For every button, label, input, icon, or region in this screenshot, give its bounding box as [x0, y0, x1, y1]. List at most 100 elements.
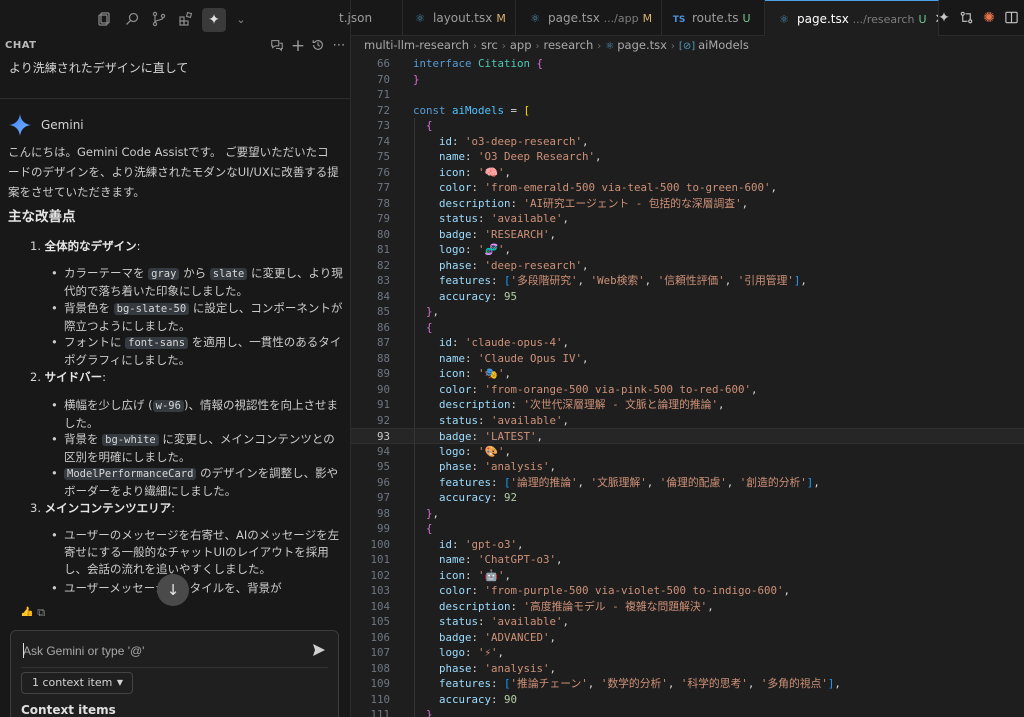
code-line[interactable]: 90 color: 'from-orange-500 via-pink-500 …: [351, 381, 1024, 397]
react-icon: ⚛: [530, 12, 540, 25]
code-line[interactable]: 73 {: [351, 118, 1024, 134]
chevron-down-icon[interactable]: ⌄: [232, 11, 250, 29]
gemini-chat-panel: ✦ ⌄ CHAT + ⋯ より洗練されたデザインに直して Gemini こんにち…: [0, 0, 351, 717]
breadcrumb-item[interactable]: app: [510, 38, 532, 52]
code-line[interactable]: 111 }: [351, 707, 1024, 717]
code-line[interactable]: 109 features: ['推論チェーン', '数学的分析', '科学的思考…: [351, 676, 1024, 692]
extensions-icon[interactable]: [177, 11, 195, 29]
code-text: logo: '🧬',: [413, 243, 511, 256]
line-number: 66: [376, 57, 390, 70]
claude-burst-icon[interactable]: ✺: [981, 10, 997, 26]
code-line[interactable]: 103 color: 'from-purple-500 via-violet-5…: [351, 583, 1024, 599]
code-line[interactable]: 104 description: '高度推論モデル - 複雑な問題解決',: [351, 598, 1024, 614]
tab-json-file[interactable]: t.json: [339, 0, 403, 36]
code-line[interactable]: 86 {: [351, 319, 1024, 335]
new-chat-plus-icon[interactable]: +: [290, 38, 306, 55]
code-line[interactable]: 84 accuracy: 95: [351, 288, 1024, 304]
code-line[interactable]: 100 id: 'gpt-o3',: [351, 536, 1024, 552]
tab-route-ts[interactable]: TS route.ts U: [662, 0, 765, 36]
tab-label: layout.tsx: [433, 11, 493, 25]
code-line[interactable]: 97 accuracy: 92: [351, 490, 1024, 506]
response-actions-icons: 👍 ⧉: [20, 606, 46, 616]
assistant-name: Gemini: [41, 118, 84, 132]
code-line[interactable]: 106 badge: 'ADVANCED',: [351, 629, 1024, 645]
context-item-dropdown[interactable]: 1 context item ▼: [21, 672, 133, 694]
code-line[interactable]: 98 },: [351, 505, 1024, 521]
tab-page-tsx-research[interactable]: ⚛page.tsx .../researchU✕: [765, 0, 939, 36]
code-line[interactable]: 110 accuracy: 90: [351, 691, 1024, 707]
code-line[interactable]: 105 status: 'available',: [351, 614, 1024, 630]
code-line[interactable]: 88 name: 'Claude Opus IV',: [351, 350, 1024, 366]
code-line[interactable]: 66 interface Citation {: [351, 56, 1024, 72]
more-options-icon[interactable]: ⋯: [331, 38, 347, 54]
code-area[interactable]: 66 interface Citation {70} 71 72 const aiMod…: [351, 54, 1024, 717]
search-icon[interactable]: [123, 11, 141, 29]
code-line[interactable]: 70}: [351, 72, 1024, 88]
tab-label: route.ts: [692, 11, 739, 25]
code-line[interactable]: 95 phase: 'analysis',: [351, 459, 1024, 475]
breadcrumb-item[interactable]: aiModels: [698, 38, 749, 52]
code-line[interactable]: 72 const aiModels = [: [351, 103, 1024, 119]
source-control-icon[interactable]: [150, 11, 168, 29]
indent-guide: [414, 629, 415, 645]
code-line[interactable]: 92 status: 'available',: [351, 412, 1024, 428]
code-line[interactable]: 108 phase: 'analysis',: [351, 660, 1024, 676]
code-line[interactable]: 71: [351, 87, 1024, 103]
code-line[interactable]: 74 id: 'o3-deep-research',: [351, 133, 1024, 149]
code-line[interactable]: 82 phase: 'deep-research',: [351, 257, 1024, 273]
gemini-sparkle-icon[interactable]: ✦: [202, 8, 226, 32]
tab-layout-tsx[interactable]: ⚛ layout.tsx M: [403, 0, 516, 36]
breadcrumb-item[interactable]: research: [544, 38, 594, 52]
code-line[interactable]: 78 description: 'AI研究エージェント - 包括的な深層調査',: [351, 195, 1024, 211]
react-icon: ⚛: [415, 12, 425, 25]
code-text: name: 'ChatGPT-o3',: [413, 553, 563, 566]
code-line[interactable]: 87 id: 'claude-opus-4',: [351, 335, 1024, 351]
chevron-right-icon: ›: [473, 41, 478, 52]
line-number: 79: [376, 212, 390, 225]
code-line[interactable]: 102 icon: '🤖',: [351, 567, 1024, 583]
breadcrumb-item[interactable]: multi-llm-research: [364, 38, 469, 52]
code-line[interactable]: 91 description: '次世代深層理解 - 文脈と論理的推論',: [351, 397, 1024, 413]
indent-guide: [414, 459, 415, 475]
code-line[interactable]: 75 name: 'O3 Deep Research',: [351, 149, 1024, 165]
code-text: {: [413, 119, 433, 132]
code-line[interactable]: 94 logo: '🎨',: [351, 443, 1024, 459]
indent-guide: [414, 707, 415, 717]
indent-guide: [414, 583, 415, 599]
send-icon[interactable]: [311, 642, 327, 658]
split-editor-icon[interactable]: [1003, 10, 1019, 26]
gemini-sparkle-icon[interactable]: ✦: [936, 10, 952, 26]
code-line[interactable]: 80 badge: 'RESEARCH',: [351, 226, 1024, 242]
code-text: name: 'O3 Deep Research',: [413, 150, 602, 163]
compare-changes-icon[interactable]: [958, 10, 974, 26]
chat-history-icon[interactable]: [269, 38, 285, 54]
code-text: features: ['推論チェーン', '数学的分析', '科学的思考', '…: [413, 677, 841, 690]
code-line[interactable]: 101 name: 'ChatGPT-o3',: [351, 552, 1024, 568]
code-line[interactable]: 79 status: 'available',: [351, 211, 1024, 227]
code-line[interactable]: 107 logo: '⚡',: [351, 645, 1024, 661]
indent-guide: [414, 381, 415, 397]
line-number: 95: [376, 460, 390, 473]
chat-prompt-input[interactable]: [23, 641, 303, 661]
indent-guide: [414, 567, 415, 583]
line-number: 107: [370, 646, 390, 659]
breadcrumb-item[interactable]: page.tsx: [617, 38, 667, 52]
explorer-icon[interactable]: [96, 11, 114, 29]
input-separator: [21, 667, 328, 668]
code-line[interactable]: 89 icon: '🎭',: [351, 366, 1024, 382]
code-line[interactable]: 93 badge: 'LATEST',: [351, 428, 1024, 445]
code-line[interactable]: 99 {: [351, 521, 1024, 537]
code-line[interactable]: 85 },: [351, 304, 1024, 320]
breadcrumb-item[interactable]: src: [481, 38, 498, 52]
line-number: 72: [376, 103, 390, 117]
line-number: 77: [376, 181, 390, 194]
tab-page-tsx-app[interactable]: ⚛ page.tsx .../app M: [516, 0, 662, 36]
scroll-to-bottom-button[interactable]: ↓: [157, 574, 189, 606]
code-line[interactable]: 96 features: ['論理的推論', '文脈理解', '倫理的配慮', …: [351, 474, 1024, 490]
code-text: }: [413, 72, 420, 86]
history-clock-icon[interactable]: [310, 38, 326, 54]
code-line[interactable]: 81 logo: '🧬',: [351, 242, 1024, 258]
code-line[interactable]: 76 icon: '🧠',: [351, 164, 1024, 180]
code-line[interactable]: 77 color: 'from-emerald-500 via-teal-500…: [351, 180, 1024, 196]
code-line[interactable]: 83 features: ['多段階研究', 'Web検索', '信頼性評価',…: [351, 273, 1024, 289]
